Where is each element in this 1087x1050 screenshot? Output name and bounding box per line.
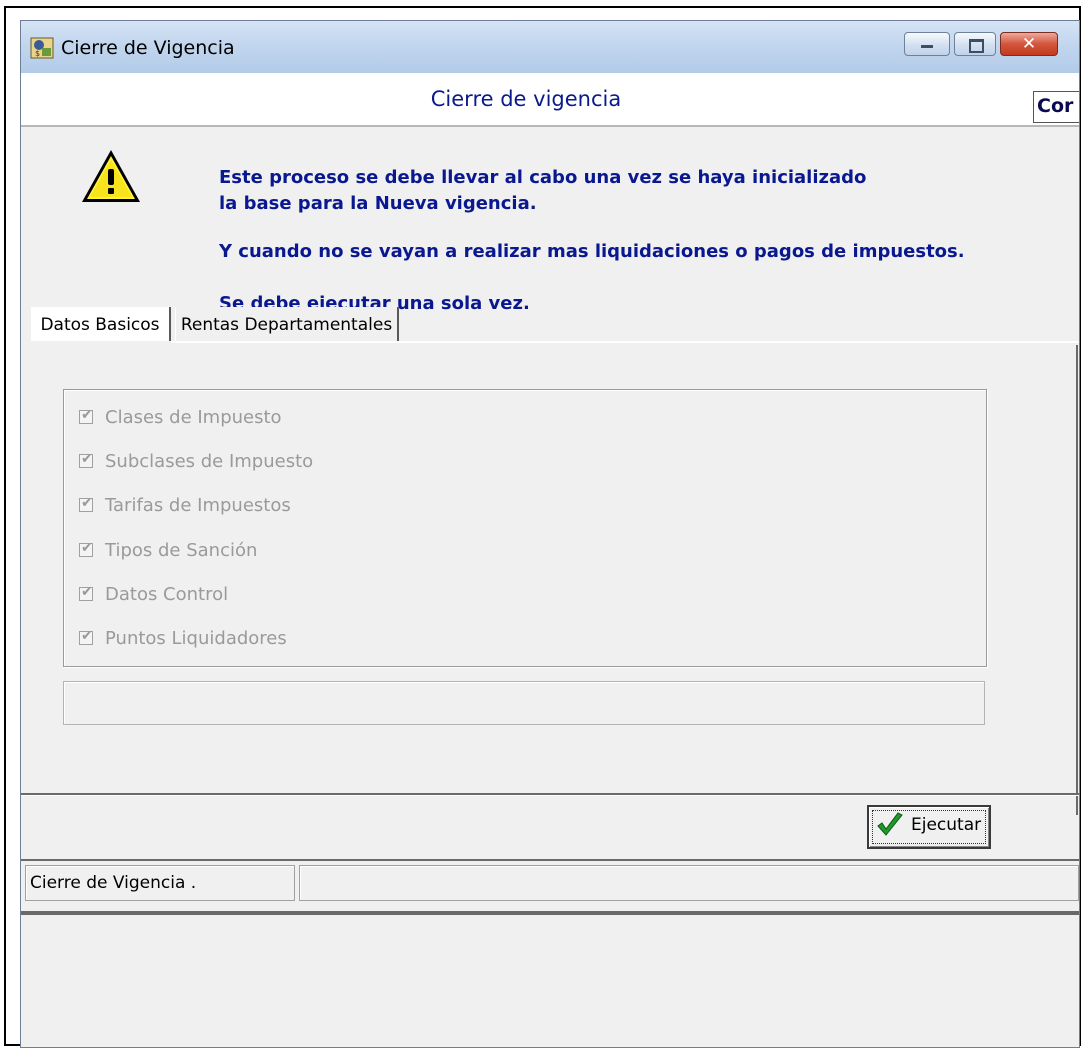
app-window: $ Cierre de Vigencia ✕ Cierre de vigenci… [20, 20, 1080, 1048]
check-mark-icon: ✔ [81, 451, 93, 467]
truncated-side-field[interactable]: Cor [1033, 91, 1079, 123]
close-button[interactable]: ✕ [1000, 32, 1058, 56]
form-header: Cierre de vigencia Cor [21, 73, 1079, 125]
tab-datos-basicos[interactable]: Datos Basicos [31, 307, 171, 341]
checkbox[interactable]: ✔ [79, 628, 93, 645]
maximize-icon [969, 39, 984, 53]
title-bar[interactable]: $ Cierre de Vigencia ✕ [21, 21, 1079, 74]
warning-line-2: la base para la Nueva vigencia. [219, 193, 537, 214]
check-mark-icon: ✔ [81, 407, 93, 423]
execute-button[interactable]: Ejecutar [867, 805, 991, 849]
checkbox-label: Tipos de Sanción [105, 540, 258, 561]
footer-divider-highlight [21, 795, 1079, 796]
warning-line-1: Este proceso se debe llevar al cabo una … [219, 167, 867, 188]
check-mark-icon: ✔ [81, 584, 93, 600]
progress-field [63, 681, 985, 725]
warning-icon [82, 150, 140, 202]
checkbox-label: Clases de Impuesto [105, 407, 282, 428]
check-mark-icon: ✔ [81, 628, 93, 644]
checkbox[interactable]: ✔ [79, 540, 93, 557]
window-title: Cierre de Vigencia [61, 37, 235, 59]
check-mark-icon: ✔ [81, 495, 93, 511]
tab-strip: Datos Basicos Rentas Departamentales [21, 307, 1079, 343]
status-text: Cierre de Vigencia . [25, 865, 295, 901]
maximize-button[interactable] [954, 32, 996, 56]
checkbox[interactable]: ✔ [79, 451, 93, 468]
tab-panel-edge [1076, 345, 1078, 815]
taxes-app-icon: $ [30, 37, 54, 59]
checkbox[interactable]: ✔ [79, 495, 93, 512]
warning-panel: Este proceso se debe llevar al cabo una … [21, 127, 1079, 314]
checkbox[interactable]: ✔ [79, 584, 93, 601]
window-bottom-border [21, 911, 1079, 915]
status-panel-secondary [299, 865, 1079, 901]
green-checkmark-icon [877, 812, 903, 836]
statusbar-divider [21, 859, 1079, 861]
close-icon: ✕ [1021, 34, 1037, 54]
checklist-group [63, 389, 987, 667]
checkbox-label: Subclases de Impuesto [105, 451, 314, 472]
svg-text:$: $ [35, 49, 40, 58]
tab-strip-edge [171, 341, 1079, 343]
checkbox-label: Tarifas de Impuestos [105, 495, 291, 516]
checkbox-label: Puntos Liquidadores [105, 628, 287, 649]
check-mark-icon: ✔ [81, 540, 93, 556]
checkbox[interactable]: ✔ [79, 407, 93, 424]
status-bar: Cierre de Vigencia . [21, 863, 1079, 911]
minimize-button[interactable] [904, 32, 950, 56]
tab-rentas-departamentales[interactable]: Rentas Departamentales [175, 307, 399, 341]
checkbox-label: Datos Control [105, 584, 229, 605]
warning-line-3: Y cuando no se vayan a realizar mas liqu… [219, 241, 965, 262]
execute-label: Ejecutar [911, 815, 982, 835]
form-title: Cierre de vigencia [430, 87, 622, 111]
minimize-icon [921, 45, 933, 48]
